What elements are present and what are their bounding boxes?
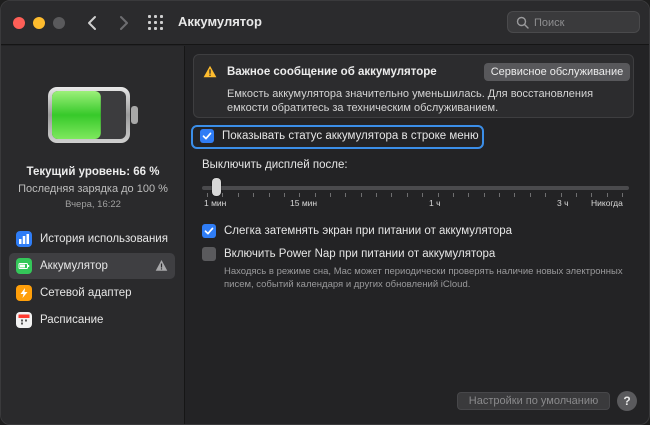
help-button[interactable]: ? — [617, 391, 637, 411]
slider-tick — [575, 193, 577, 197]
checkmark-icon — [204, 227, 214, 235]
warning-icon — [203, 65, 217, 78]
notice-title: Важное сообщение об аккумуляторе — [227, 66, 437, 78]
window-title: Аккумулятор — [178, 14, 262, 29]
slider-tick — [376, 193, 378, 197]
tick-label-1min: 1 мин — [204, 198, 227, 208]
power-nap-description: Находясь в режиме сна, Mac может периоди… — [224, 266, 623, 290]
slider-tick — [422, 193, 424, 197]
sidebar: Текущий уровень: 66 % Последняя зарядка … — [1, 46, 185, 424]
sidebar-item-battery[interactable]: Аккумулятор — [9, 253, 175, 279]
restore-defaults-button[interactable]: Настройки по умолчанию — [457, 392, 610, 410]
slider-tick — [606, 193, 608, 197]
last-charge-label: Последняя зарядка до 100 % — [18, 183, 168, 195]
slider-tick — [545, 193, 547, 197]
chart-icon — [16, 231, 32, 247]
zoom-button[interactable] — [53, 17, 65, 29]
slider-tick — [237, 193, 239, 197]
tick-label-never: Никогда — [591, 198, 623, 208]
slider-tick — [314, 193, 316, 197]
battery-fill — [52, 91, 101, 139]
slider-tick — [268, 193, 270, 197]
sidebar-item-power-adapter[interactable]: Сетевой адаптер — [9, 280, 175, 306]
slider-tick — [591, 193, 593, 197]
sidebar-item-usage-history[interactable]: История использования — [9, 226, 175, 252]
sidebar-item-label: Расписание — [40, 314, 104, 326]
slider-tick — [222, 193, 224, 197]
sidebar-item-schedule[interactable]: Расписание — [9, 307, 175, 333]
close-button[interactable] — [13, 17, 25, 29]
slider-track — [202, 186, 629, 190]
slider-tick — [452, 193, 454, 197]
show-status-option[interactable]: Показывать статус аккумулятора в строке … — [200, 129, 479, 143]
chevron-left-icon — [88, 16, 96, 30]
service-button[interactable]: Сервисное обслуживание — [484, 63, 630, 81]
power-nap-label: Включить Power Nap при питании от аккуму… — [224, 248, 496, 260]
slider-tick — [299, 193, 301, 197]
lightning-icon — [16, 285, 32, 301]
slider-tick — [499, 193, 500, 197]
forward-button[interactable] — [113, 12, 133, 34]
dim-screen-option[interactable]: Слегка затемнять экран при питании от ак… — [202, 224, 512, 238]
last-charge-time: Вчера, 16:22 — [65, 199, 121, 210]
search-icon — [516, 16, 529, 29]
slider-tick — [391, 193, 393, 197]
show-status-label: Показывать статус аккумулятора в строке … — [222, 130, 479, 142]
warning-icon — [155, 260, 168, 271]
checkmark-icon — [202, 132, 212, 140]
power-nap-option[interactable]: Включить Power Nap при питании от аккуму… — [202, 247, 495, 261]
tick-label-1h: 1 ч — [429, 198, 441, 208]
slider-tick — [514, 193, 516, 197]
power-nap-checkbox[interactable] — [202, 247, 216, 261]
dim-screen-label: Слегка затемнять экран при питании от ак… — [224, 225, 513, 237]
search-field[interactable] — [507, 11, 640, 33]
chevron-right-icon — [120, 16, 128, 30]
dim-screen-checkbox[interactable] — [202, 224, 216, 238]
sidebar-item-label: Аккумулятор — [40, 260, 108, 272]
slider-tick — [330, 193, 331, 197]
show-all-grid-button[interactable] — [147, 14, 165, 32]
display-off-label: Выключить дисплей после: — [202, 159, 348, 171]
slider-knob[interactable] — [212, 178, 221, 196]
slider-tick — [360, 193, 362, 197]
slider-tick — [253, 193, 255, 197]
tick-label-3h: 3 ч — [557, 198, 569, 208]
calendar-icon — [16, 312, 32, 328]
back-button[interactable] — [83, 12, 103, 34]
battery-notice: Важное сообщение об аккумуляторе Сервисн… — [193, 54, 634, 118]
slider-tick — [283, 193, 285, 197]
tick-label-15min: 15 мин — [290, 198, 318, 208]
slider-tick — [437, 193, 439, 197]
slider-tick — [345, 193, 347, 197]
show-status-checkbox[interactable] — [200, 129, 214, 143]
battery-level-graphic — [48, 87, 138, 143]
slider-tick — [406, 193, 408, 197]
slider-tick — [622, 193, 623, 197]
battery-preferences-window: Аккумулятор Поиск Текущий уровень: 66 % … — [0, 0, 650, 425]
battery-icon — [16, 258, 32, 274]
slider-tick — [207, 193, 208, 197]
notice-body: Емкость аккумулятора значительно уменьши… — [227, 88, 594, 114]
slider-tick — [560, 193, 562, 197]
battery-level-label: Текущий уровень: 66 % — [26, 166, 160, 178]
slider-tick — [483, 193, 485, 197]
search-input[interactable] — [534, 14, 634, 31]
minimize-button[interactable] — [33, 17, 45, 29]
display-off-slider[interactable] — [202, 178, 629, 200]
sidebar-item-label: Сетевой адаптер — [40, 287, 132, 299]
slider-tick — [468, 193, 470, 197]
battery-settings-pane: Важное сообщение об аккумуляторе Сервисн… — [186, 46, 649, 424]
slider-tick — [529, 193, 531, 197]
sidebar-list: История использования Аккумулятор Сетево… — [9, 226, 175, 334]
sidebar-item-label: История использования — [40, 233, 168, 245]
titlebar: Аккумулятор — [1, 1, 649, 45]
